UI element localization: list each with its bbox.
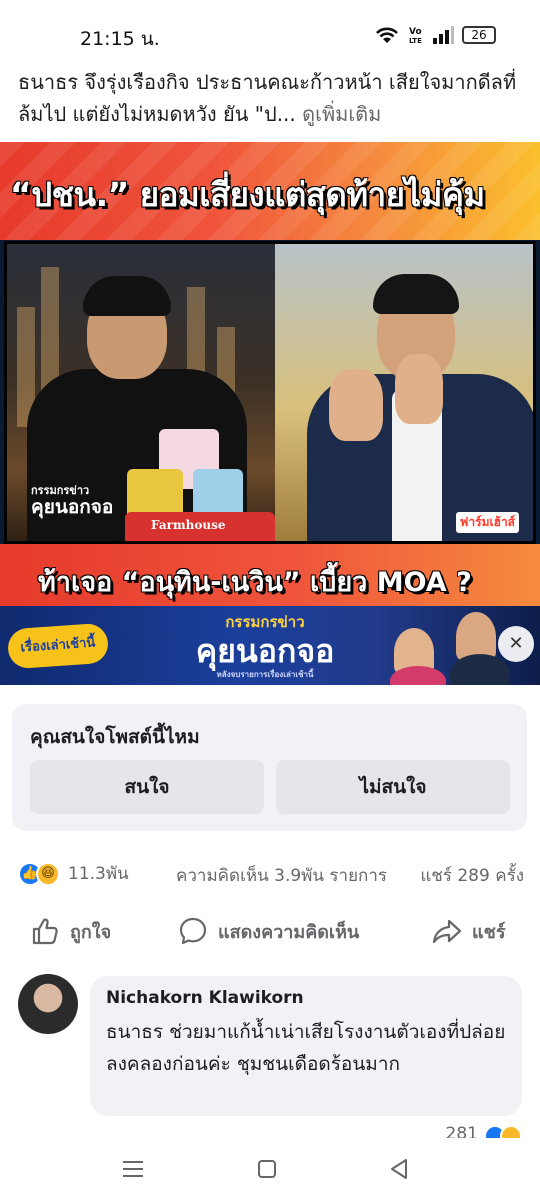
host-hair	[83, 276, 171, 316]
status-time: 21:15 น.	[80, 28, 160, 50]
haha-reaction-icon	[500, 1125, 522, 1138]
comment-button[interactable]: แสดงความคิดเห็น	[178, 916, 359, 946]
interest-question: คุณสนใจโพสต์นี้ไหม	[30, 726, 200, 748]
svg-text:Vo: Vo	[409, 27, 422, 37]
share-count[interactable]: แชร์ 289 ครั้ง	[420, 862, 524, 889]
show-logo-big-text: คุยนอกจอ	[31, 496, 114, 518]
sponsor-logo: ฟาร์มเฮ้าส์	[455, 512, 519, 533]
volte-icon: Vo LTE	[409, 27, 422, 45]
battery-icon: 26	[462, 26, 496, 44]
caption-text: ธนาธร จึงรุ่งเรืองกิจ ประธานคณะก้าวหน้า …	[18, 70, 517, 126]
guest-hand-left	[329, 369, 383, 441]
comment-bubble-icon	[179, 917, 207, 945]
home-icon[interactable]	[252, 1154, 282, 1184]
show-logo: กรรมกรข่าว คุยนอกจอ	[31, 484, 141, 517]
status-bar: 21:15 น. Vo LTE 26	[0, 0, 540, 56]
signal-icon	[433, 26, 454, 44]
like-label: ถูกใจ	[70, 921, 112, 943]
host-outfit	[450, 654, 510, 685]
guest-hair	[373, 274, 459, 314]
share-button[interactable]: แชร์	[432, 916, 506, 946]
wifi-icon	[376, 27, 398, 43]
status-icons: Vo LTE 26	[374, 25, 496, 45]
comment-label: แสดงความคิดเห็น	[218, 921, 360, 943]
post-actions: ถูกใจ แสดงความคิดเห็น แชร์	[0, 912, 540, 956]
see-more-link[interactable]: ดูเพิ่มเติม	[302, 102, 381, 126]
post-stats: 👍 😆 11.3พัน ความคิดเห็น 3.9พัน รายการ แช…	[18, 858, 528, 888]
haha-reaction-icon: 😆	[36, 861, 60, 886]
headline-top-text: “ปชน.” ยอมเสี่ยงแต่สุดท้ายไม่คุ้ม	[10, 175, 485, 214]
comment-reaction-count: 281	[445, 1124, 478, 1138]
studio-scene: Farmhouse กรรมกรข่าว คุยนอกจอ ฟาร์มเฮ้าส…	[4, 241, 536, 544]
promo-title-small: กรรมกรข่าว	[225, 613, 305, 631]
commenter-avatar[interactable]	[18, 974, 78, 1034]
reaction-count: 11.3พัน	[68, 864, 129, 884]
post-image[interactable]: “ปชน.” ยอมเสี่ยงแต่สุดท้ายไม่คุ้ม Farmho…	[0, 142, 540, 685]
share-label: แชร์	[472, 921, 506, 943]
headline-banner-top: “ปชน.” ยอมเสี่ยงแต่สุดท้ายไม่คุ้ม	[0, 142, 540, 240]
promo-title: กรรมกรข่าว คุยนอกจอ หลังจบรายการเรื่องเล…	[150, 610, 380, 681]
not-interested-button[interactable]: ไม่สนใจ	[276, 760, 510, 814]
promo-banner: เรื่องเล่าเช้านี้ กรรมกรข่าว คุยนอกจอ หล…	[0, 606, 540, 685]
back-icon[interactable]	[384, 1154, 414, 1184]
interest-card: คุณสนใจโพสต์นี้ไหม สนใจ ไม่สนใจ	[12, 704, 527, 831]
farmhouse-label: Farmhouse	[151, 518, 226, 532]
post-caption: ธนาธร จึงรุ่งเรืองกิจ ประธานคณะก้าวหน้า …	[18, 66, 528, 130]
promo-program-logo: เรื่องเล่าเช้านี้	[6, 622, 110, 670]
snack-display-stand: Farmhouse	[125, 512, 275, 541]
comment-author[interactable]: Nichakorn Klawikorn	[106, 988, 304, 1008]
headline-banner-bottom: ท้าเจอ “อนุทิน-เนวิน” เบี้ยว MOA ?	[0, 544, 540, 606]
comment-reactions	[484, 1125, 522, 1138]
promo-title-big: คุยนอกจอ	[195, 632, 335, 670]
comment-meta-row: 281	[0, 1120, 540, 1138]
thumbs-up-icon	[32, 918, 58, 945]
share-arrow-icon	[432, 919, 462, 944]
host-outfit	[390, 666, 446, 685]
headline-bottom-text: ท้าเจอ “อนุทิน-เนวิน” เบี้ยว MOA ?	[38, 567, 472, 598]
comment-count[interactable]: ความคิดเห็น 3.9พัน รายการ	[176, 862, 387, 889]
reaction-summary[interactable]: 👍 😆 11.3พัน	[18, 860, 129, 887]
system-navigation-bar	[0, 1138, 540, 1200]
recent-apps-icon[interactable]	[118, 1154, 148, 1184]
guest-hand-right	[395, 354, 443, 424]
promo-subtitle: หลังจบรายการเรื่องเล่าเช้านี้	[216, 670, 314, 679]
close-icon[interactable]: ✕	[498, 626, 534, 662]
comment-text: ธนาธร ช่วยมาแก้น้ำเน่าเสียโรงงานตัวเองที…	[106, 1021, 506, 1075]
comment-bubble[interactable]: Nichakorn Klawikorn ธนาธร ช่วยมาแก้น้ำเน…	[90, 976, 522, 1116]
like-button[interactable]: ถูกใจ	[30, 916, 111, 946]
interested-button[interactable]: สนใจ	[30, 760, 264, 814]
svg-text:LTE: LTE	[409, 37, 422, 45]
